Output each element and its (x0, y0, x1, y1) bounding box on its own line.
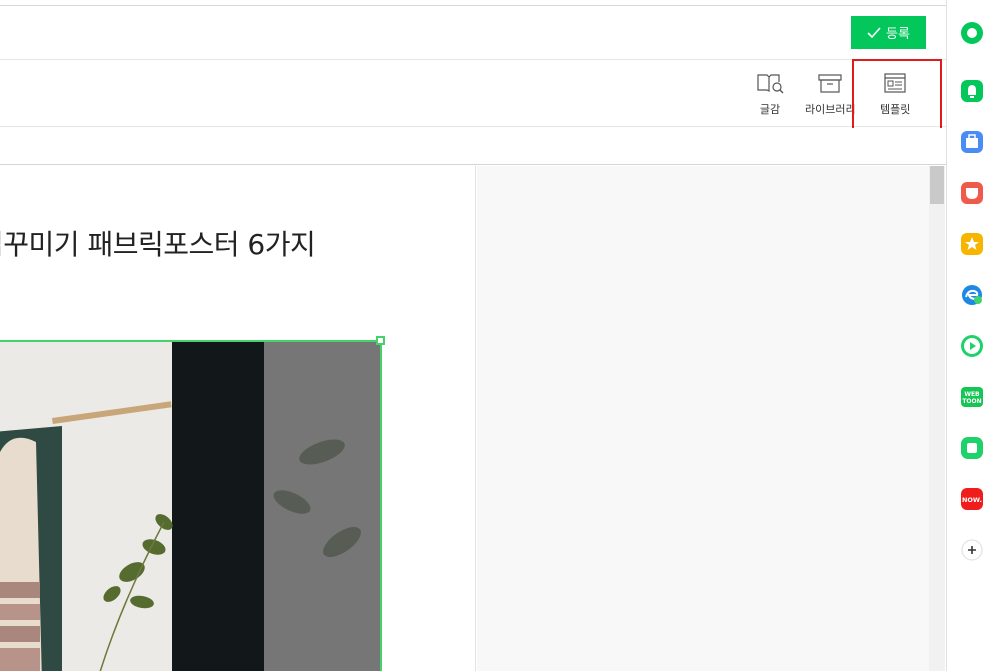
editor-canvas[interactable]: 집꾸미기 패브릭포스터 6가지 (0, 166, 476, 671)
pocket-icon[interactable] (960, 181, 984, 205)
toolbar-item-template[interactable]: 템플릿 (880, 71, 910, 117)
edge-browser-icon[interactable] (960, 283, 984, 307)
scrollbar-track[interactable] (929, 166, 945, 671)
publish-button-label: 등록 (886, 27, 910, 42)
star-favorite-icon[interactable] (960, 232, 984, 256)
editor-header: 등록 (0, 6, 946, 60)
archive-box-icon (818, 74, 842, 93)
shopping-bag-icon[interactable] (960, 130, 984, 154)
notification-bell-icon[interactable] (960, 79, 984, 103)
book-search-icon (757, 74, 784, 94)
play-video-icon[interactable] (960, 334, 984, 358)
toolbar-item-label: 글감 (759, 103, 781, 116)
image-resize-handle[interactable] (376, 336, 385, 345)
toolbar-item-material[interactable]: 글감 (755, 71, 785, 117)
svg-text:TOON: TOON (962, 398, 981, 405)
editor-side-gutter (477, 166, 929, 671)
naver-circle-icon[interactable] (960, 21, 984, 45)
publish-button[interactable]: 등록 (851, 16, 926, 49)
editor-toolbar: 글감 라이브러리 템플릿 (0, 61, 946, 127)
toolbar-item-label: 템플릿 (880, 103, 911, 116)
post-title[interactable]: 집꾸미기 패브릭포스터 6가지 (0, 223, 316, 263)
webtoon-icon[interactable]: WEB TOON (960, 385, 984, 409)
photo-illustration (0, 342, 380, 671)
format-bar (0, 128, 946, 165)
square-app-icon[interactable] (960, 436, 984, 460)
toolbar-item-label: 라이브러리 (805, 103, 856, 116)
svg-text:WEB: WEB (964, 391, 980, 398)
now-icon[interactable]: NOW. (960, 487, 984, 511)
blog-editor-window: 등록 글감 라이브러리 템플릿 집꾸미기 패브릭포스터 6가지 WEB TOON… (0, 0, 1000, 671)
checkmark-icon (867, 26, 881, 38)
scrollbar-thumb[interactable] (930, 166, 944, 204)
post-image[interactable] (0, 340, 382, 671)
svg-text:NOW.: NOW. (962, 496, 982, 504)
toolbar-item-library[interactable]: 라이브러리 (805, 71, 856, 117)
template-icon (884, 73, 906, 93)
add-plus-icon[interactable] (960, 538, 984, 562)
